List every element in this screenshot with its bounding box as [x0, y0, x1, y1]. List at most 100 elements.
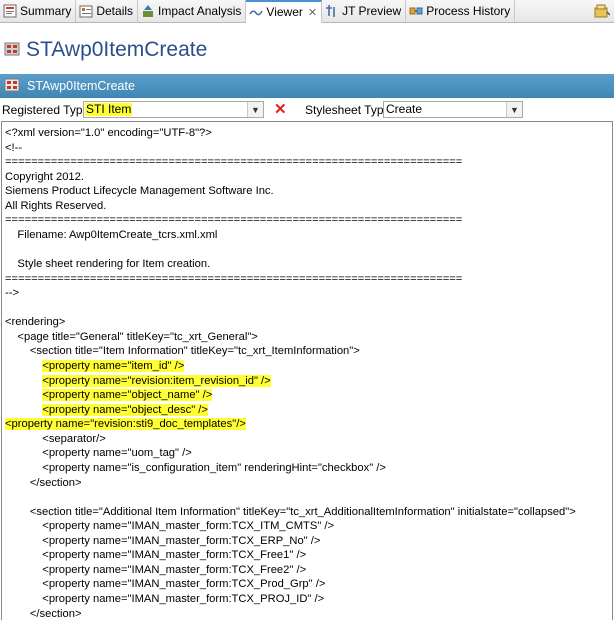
xml-line-text: <rendering> — [5, 316, 66, 329]
xml-line: <property name="object_desc" /> — [5, 403, 576, 418]
xml-line-indent — [5, 404, 42, 416]
xml-line — [5, 301, 576, 316]
section-title: STAwp0ItemCreate — [27, 79, 135, 93]
xml-line-text: Style sheet rendering for Item creation. — [5, 258, 211, 271]
stylesheet-icon — [4, 40, 20, 61]
xml-line: <page title="General" titleKey="tc_xrt_G… — [5, 330, 576, 345]
page-title: STAwp0ItemCreate — [4, 36, 207, 64]
xml-line-indent — [5, 360, 42, 372]
xml-line-text: All Rights Reserved. — [5, 199, 107, 212]
xml-line: <property name="item_id" /> — [5, 359, 576, 374]
impact-analysis-icon — [141, 4, 155, 18]
stylesheet-type-select[interactable]: Create ▼ — [383, 101, 523, 118]
xml-line: <separator/> — [5, 432, 576, 447]
tab-summary[interactable]: Summary — [0, 0, 77, 22]
xml-line-text: <property name="IMAN_master_form:TCX_ERP… — [5, 534, 321, 547]
xml-line: ========================================… — [5, 155, 576, 170]
xml-line: <property name="revision:item_revision_i… — [5, 374, 576, 389]
xml-line-text: <property name="uom_tag" /> — [5, 447, 192, 460]
xml-line: <rendering> — [5, 315, 576, 330]
tab-jt-preview[interactable]: JT Preview — [322, 0, 407, 22]
xml-line-text: <section title="Item Information" titleK… — [5, 345, 360, 358]
xml-line: --> — [5, 286, 576, 301]
tab-label: Summary — [20, 4, 72, 18]
xml-line-text: <property name="is_configuration_item" r… — [5, 461, 386, 474]
xml-line-text: <property name="IMAN_master_form:TCX_Fre… — [5, 549, 307, 562]
tab-label: Details — [96, 4, 134, 18]
highlighted-xml-text: <property name="object_desc" /> — [42, 403, 208, 416]
xml-line: </section> — [5, 607, 576, 620]
summary-icon — [3, 4, 17, 18]
stylesheet-type-label: Stylesheet Type: — [305, 103, 394, 117]
xml-line-text: <page title="General" titleKey="tc_xrt_G… — [5, 330, 258, 343]
tab-viewer[interactable]: Viewer ✕ — [246, 0, 323, 23]
xml-line-text: <!-- — [5, 141, 23, 154]
chevron-down-icon[interactable]: ▼ — [506, 102, 522, 117]
xml-line-indent — [5, 375, 42, 387]
registered-type-select[interactable]: STI Item ▼ — [83, 101, 264, 118]
xml-line-text: --> — [5, 287, 19, 300]
jt-preview-icon — [325, 4, 339, 18]
xml-line: <property name="IMAN_master_form:TCX_Fre… — [5, 563, 576, 578]
tab-label: Impact Analysis — [158, 4, 242, 18]
xml-line: ========================================… — [5, 213, 576, 228]
tab-impact-analysis[interactable]: Impact Analysis — [138, 0, 247, 22]
registered-type-value: STI Item — [85, 102, 133, 116]
xml-line: <section title="Additional Item Informat… — [5, 505, 576, 520]
tab-label: Viewer — [266, 5, 303, 19]
xml-line: Siemens Product Lifecycle Management Sof… — [5, 184, 576, 199]
xml-line-text: <separator/> — [5, 432, 106, 445]
xml-line: Filename: Awp0ItemCreate_tcrs.xml.xml — [5, 228, 576, 243]
xml-line-text: </section> — [5, 476, 82, 489]
toolbar-menu-icon[interactable] — [594, 3, 611, 19]
xml-line: <property name="IMAN_master_form:TCX_PRO… — [5, 592, 576, 607]
xml-line-text: ========================================… — [5, 272, 463, 285]
tab-details[interactable]: Details — [76, 0, 139, 22]
stylesheet-form-row: Registered Type: STI Item ▼ ✕ Stylesheet… — [0, 100, 614, 120]
xml-line: All Rights Reserved. — [5, 199, 576, 214]
xml-line — [5, 243, 576, 258]
process-history-icon — [409, 4, 423, 18]
xml-line: <property name="IMAN_master_form:TCX_Pro… — [5, 577, 576, 592]
stylesheet-icon — [4, 76, 20, 97]
page-title-text: STAwp0ItemCreate — [26, 38, 208, 61]
xml-line: <property name="revision:sti9_doc_templa… — [5, 417, 576, 432]
highlighted-xml-text: <property name="revision:sti9_doc_templa… — [5, 418, 246, 431]
highlighted-xml-text: <property name="item_id" /> — [42, 360, 185, 372]
xml-line-text: Copyright 2012. — [5, 170, 84, 183]
clear-registered-type-button[interactable]: ✕ — [274, 100, 287, 118]
registered-type-label: Registered Type: — [2, 103, 93, 117]
tab-label: JT Preview — [342, 4, 402, 18]
xml-line: ========================================… — [5, 272, 576, 287]
xml-line-text: <?xml version="1.0" encoding="UTF-8"?> — [5, 127, 212, 139]
xml-line: <property name="IMAN_master_form:TCX_ITM… — [5, 519, 576, 534]
close-icon[interactable]: ✕ — [308, 6, 317, 19]
xml-line: <property name="object_name" /> — [5, 388, 576, 403]
highlighted-xml-text: <property name="revision:item_revision_i… — [42, 374, 271, 387]
xml-line: <property name="IMAN_master_form:TCX_Fre… — [5, 548, 576, 563]
xml-line-text: <property name="IMAN_master_form:TCX_ITM… — [5, 520, 335, 533]
xml-content: <?xml version="1.0" encoding="UTF-8"?> <!… — [5, 126, 576, 620]
xml-line: <property name="is_configuration_item" r… — [5, 461, 576, 476]
xml-line-text: <section title="Additional Item Informat… — [5, 505, 576, 518]
xml-line-text: </section> — [5, 607, 82, 620]
xml-line-text: <property name="IMAN_master_form:TCX_Fre… — [5, 563, 307, 576]
xml-line — [5, 490, 576, 505]
xml-line-text: ========================================… — [5, 156, 463, 169]
xml-line: Style sheet rendering for Item creation. — [5, 257, 576, 272]
xml-editor[interactable]: <?xml version="1.0" encoding="UTF-8"?> <!… — [1, 121, 613, 620]
xml-line: <property name="uom_tag" /> — [5, 446, 576, 461]
viewer-icon — [249, 5, 264, 19]
xml-line: <section title="Item Information" titleK… — [5, 344, 576, 359]
xml-line: </section> — [5, 476, 576, 491]
tab-process-history[interactable]: Process History — [406, 0, 516, 22]
xml-line-text: Filename: Awp0ItemCreate_tcrs.xml.xml — [5, 228, 218, 241]
editor-tab-bar: Summary Details Impact Analysis Viewer ✕… — [0, 0, 614, 23]
chevron-down-icon[interactable]: ▼ — [247, 102, 263, 117]
xml-line-indent — [5, 389, 42, 401]
xml-line: <property name="IMAN_master_form:TCX_ERP… — [5, 534, 576, 549]
highlighted-xml-text: <property name="object_name" /> — [42, 389, 213, 402]
xml-line: <!-- — [5, 141, 576, 156]
section-header: STAwp0ItemCreate — [0, 74, 614, 98]
tab-label: Process History — [426, 4, 511, 18]
